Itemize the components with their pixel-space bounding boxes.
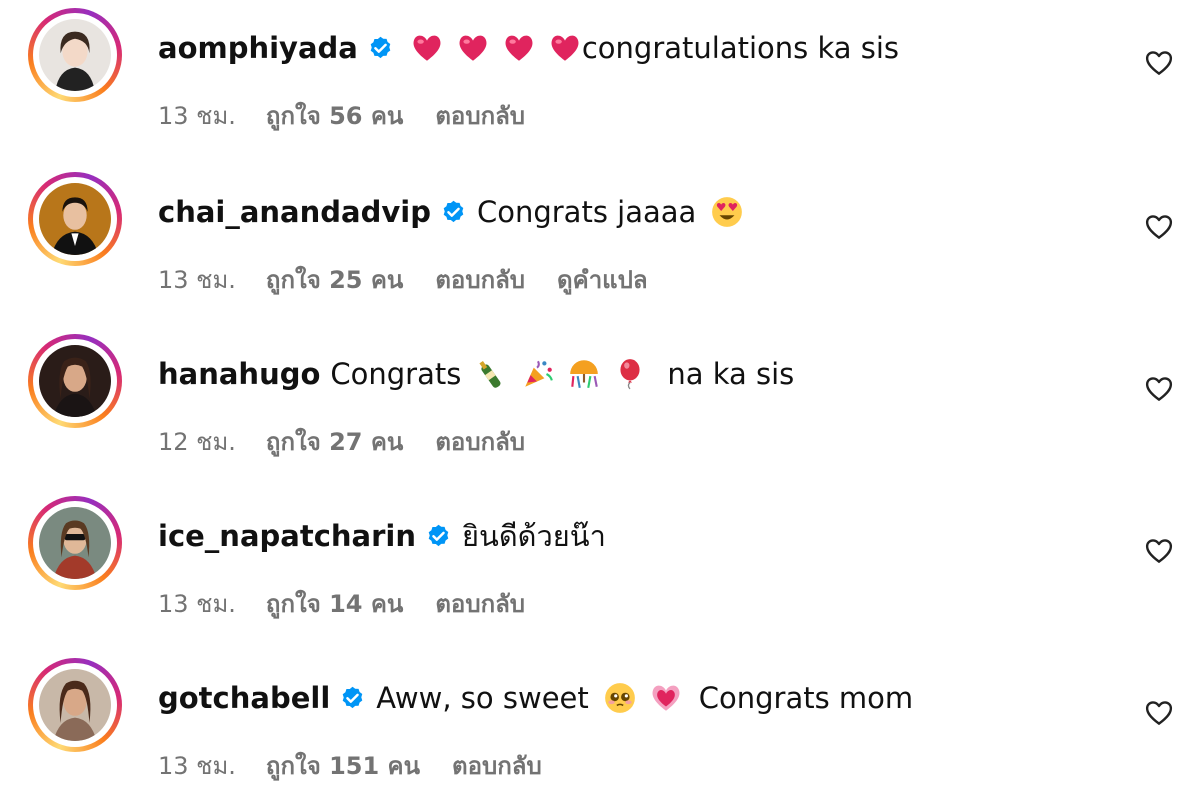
comment-item: gotchabell Aww, so sweet Congrats mom 13… [0, 658, 1200, 780]
username[interactable]: gotchabell [158, 678, 330, 718]
avatar[interactable] [39, 183, 111, 255]
avatar[interactable] [39, 345, 111, 417]
comments-list: aomphiyada congratulations ka sis 13 ชม.… [0, 0, 1200, 798]
like-heart-icon[interactable] [1144, 374, 1174, 404]
avatar-story-ring[interactable] [28, 658, 122, 752]
growing-heart-emoji [652, 685, 680, 711]
comment-text: ยินดีด้วยน๊า [462, 519, 606, 553]
likes-count[interactable]: ถูกใจ 14 คน [266, 584, 403, 623]
comment-item: chai_anandadvip Congrats jaaaa 13 ชม. ถู… [0, 172, 1200, 294]
champagne-emoji [479, 360, 501, 388]
username[interactable]: chai_anandadvip [158, 192, 431, 232]
avatar-story-ring[interactable] [28, 172, 122, 266]
avatar-story-ring[interactable] [28, 8, 122, 102]
avatar-story-ring[interactable] [28, 334, 122, 428]
like-heart-icon[interactable] [1144, 212, 1174, 242]
verified-badge-icon [443, 200, 464, 222]
username[interactable]: aomphiyada [158, 28, 358, 68]
avatar[interactable] [39, 507, 111, 579]
comment-time[interactable]: 13 ชม. [158, 584, 236, 623]
avatar[interactable] [39, 19, 111, 91]
reply-button[interactable]: ตอบกลับ [435, 422, 525, 461]
like-heart-icon[interactable] [1144, 48, 1174, 78]
comment-text-end: Congrats mom [698, 681, 914, 715]
comment-text-end: na ka sis [667, 357, 795, 391]
likes-count[interactable]: ถูกใจ 56 คน [266, 96, 403, 135]
comment-item: hanahugo Congrats na ka sis 12 ชม. ถูกใจ… [0, 334, 1200, 456]
reply-button[interactable]: ตอบกลับ [435, 96, 525, 135]
heart-emoji [505, 35, 533, 61]
comment-time[interactable]: 13 ชม. [158, 260, 236, 299]
heart-emoji [459, 35, 487, 61]
reply-button[interactable]: ตอบกลับ [435, 260, 525, 299]
comment-text: Congrats [330, 357, 462, 391]
confetti-ball-emoji [570, 360, 599, 389]
heart-emoji [551, 35, 579, 61]
pleading-face-emoji [604, 683, 635, 713]
likes-count[interactable]: ถูกใจ 27 คน [266, 422, 403, 461]
likes-count[interactable]: ถูกใจ 151 คน [266, 746, 420, 785]
reply-button[interactable]: ตอบกลับ [435, 584, 525, 623]
comment-text: congratulations ka sis [581, 31, 900, 65]
comment-time[interactable]: 13 ชม. [158, 746, 236, 785]
balloon-emoji [620, 359, 640, 390]
verified-badge-icon [342, 686, 363, 708]
avatar-story-ring[interactable] [28, 496, 122, 590]
comment-text: Aww, so sweet [376, 681, 589, 715]
heart-eyes-emoji [712, 197, 743, 227]
verified-badge-icon [370, 36, 391, 58]
party-popper-emoji [525, 360, 554, 387]
see-translation-button[interactable]: ดูคำแปล [557, 260, 648, 299]
comment-item: ice_napatcharin ยินดีด้วยน๊า 13 ชม. ถูกใ… [0, 496, 1200, 618]
username[interactable]: hanahugo [158, 354, 320, 394]
comment-text: Congrats jaaaa [476, 195, 697, 229]
comment-item: aomphiyada congratulations ka sis 13 ชม.… [0, 8, 1200, 130]
comment-time[interactable]: 13 ชม. [158, 96, 236, 135]
likes-count[interactable]: ถูกใจ 25 คน [266, 260, 403, 299]
reply-button[interactable]: ตอบกลับ [452, 746, 542, 785]
heart-emoji [413, 35, 441, 61]
like-heart-icon[interactable] [1144, 536, 1174, 566]
avatar[interactable] [39, 669, 111, 741]
like-heart-icon[interactable] [1144, 698, 1174, 728]
comment-time[interactable]: 12 ชม. [158, 422, 236, 461]
username[interactable]: ice_napatcharin [158, 516, 416, 556]
verified-badge-icon [428, 524, 449, 546]
